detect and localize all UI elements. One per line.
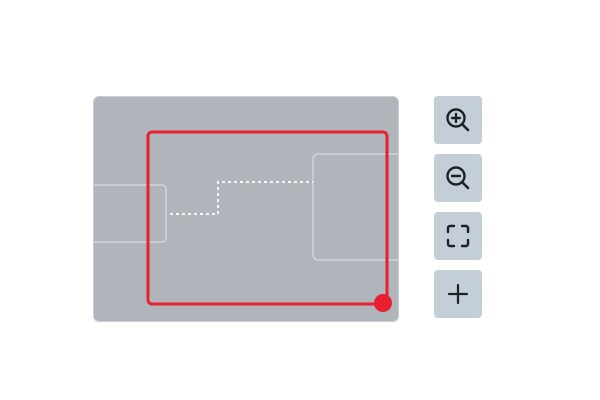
- canvas-area: [0, 0, 600, 400]
- minimap-viewport-resize-handle[interactable]: [374, 294, 392, 312]
- zoom-in-icon: [446, 108, 470, 132]
- zoom-out-button[interactable]: [434, 154, 482, 202]
- plus-icon: [447, 283, 469, 305]
- minimap-node: [94, 184, 167, 243]
- add-button[interactable]: [434, 270, 482, 318]
- minimap-edge: [170, 181, 313, 215]
- fit-view-button[interactable]: [434, 212, 482, 260]
- zoom-in-button[interactable]: [434, 96, 482, 144]
- minimap[interactable]: [93, 96, 399, 322]
- minimap-canvas: [94, 130, 398, 312]
- zoom-controls: [434, 96, 482, 328]
- zoom-out-icon: [446, 166, 470, 190]
- fit-view-icon: [446, 224, 470, 248]
- minimap-viewport[interactable]: [146, 130, 389, 306]
